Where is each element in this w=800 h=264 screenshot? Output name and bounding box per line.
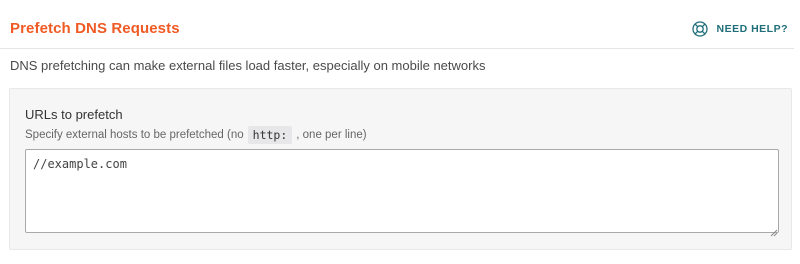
lifebuoy-icon xyxy=(691,20,709,38)
page-title: Prefetch DNS Requests xyxy=(10,20,180,37)
field-help-suffix: , one per line) xyxy=(296,129,367,141)
field-help-text: Specify external hosts to be prefetched … xyxy=(25,126,367,144)
field-help-code: http: xyxy=(247,126,293,144)
need-help-link[interactable]: NEED HELP? xyxy=(691,20,788,38)
page: Prefetch DNS Requests NEED HELP? DNS pre… xyxy=(0,0,800,264)
urls-textarea[interactable]: //example.com xyxy=(25,149,779,233)
field-help-prefix: Specify external hosts to be prefetched … xyxy=(25,129,244,141)
settings-panel: URLs to prefetch Specify external hosts … xyxy=(9,88,792,250)
section-header: Prefetch DNS Requests NEED HELP? xyxy=(0,0,794,49)
resize-handle-icon[interactable] xyxy=(770,224,778,237)
field-label: URLs to prefetch xyxy=(25,107,123,122)
need-help-label: NEED HELP? xyxy=(716,23,788,35)
section-description: DNS prefetching can make external files … xyxy=(10,58,486,73)
